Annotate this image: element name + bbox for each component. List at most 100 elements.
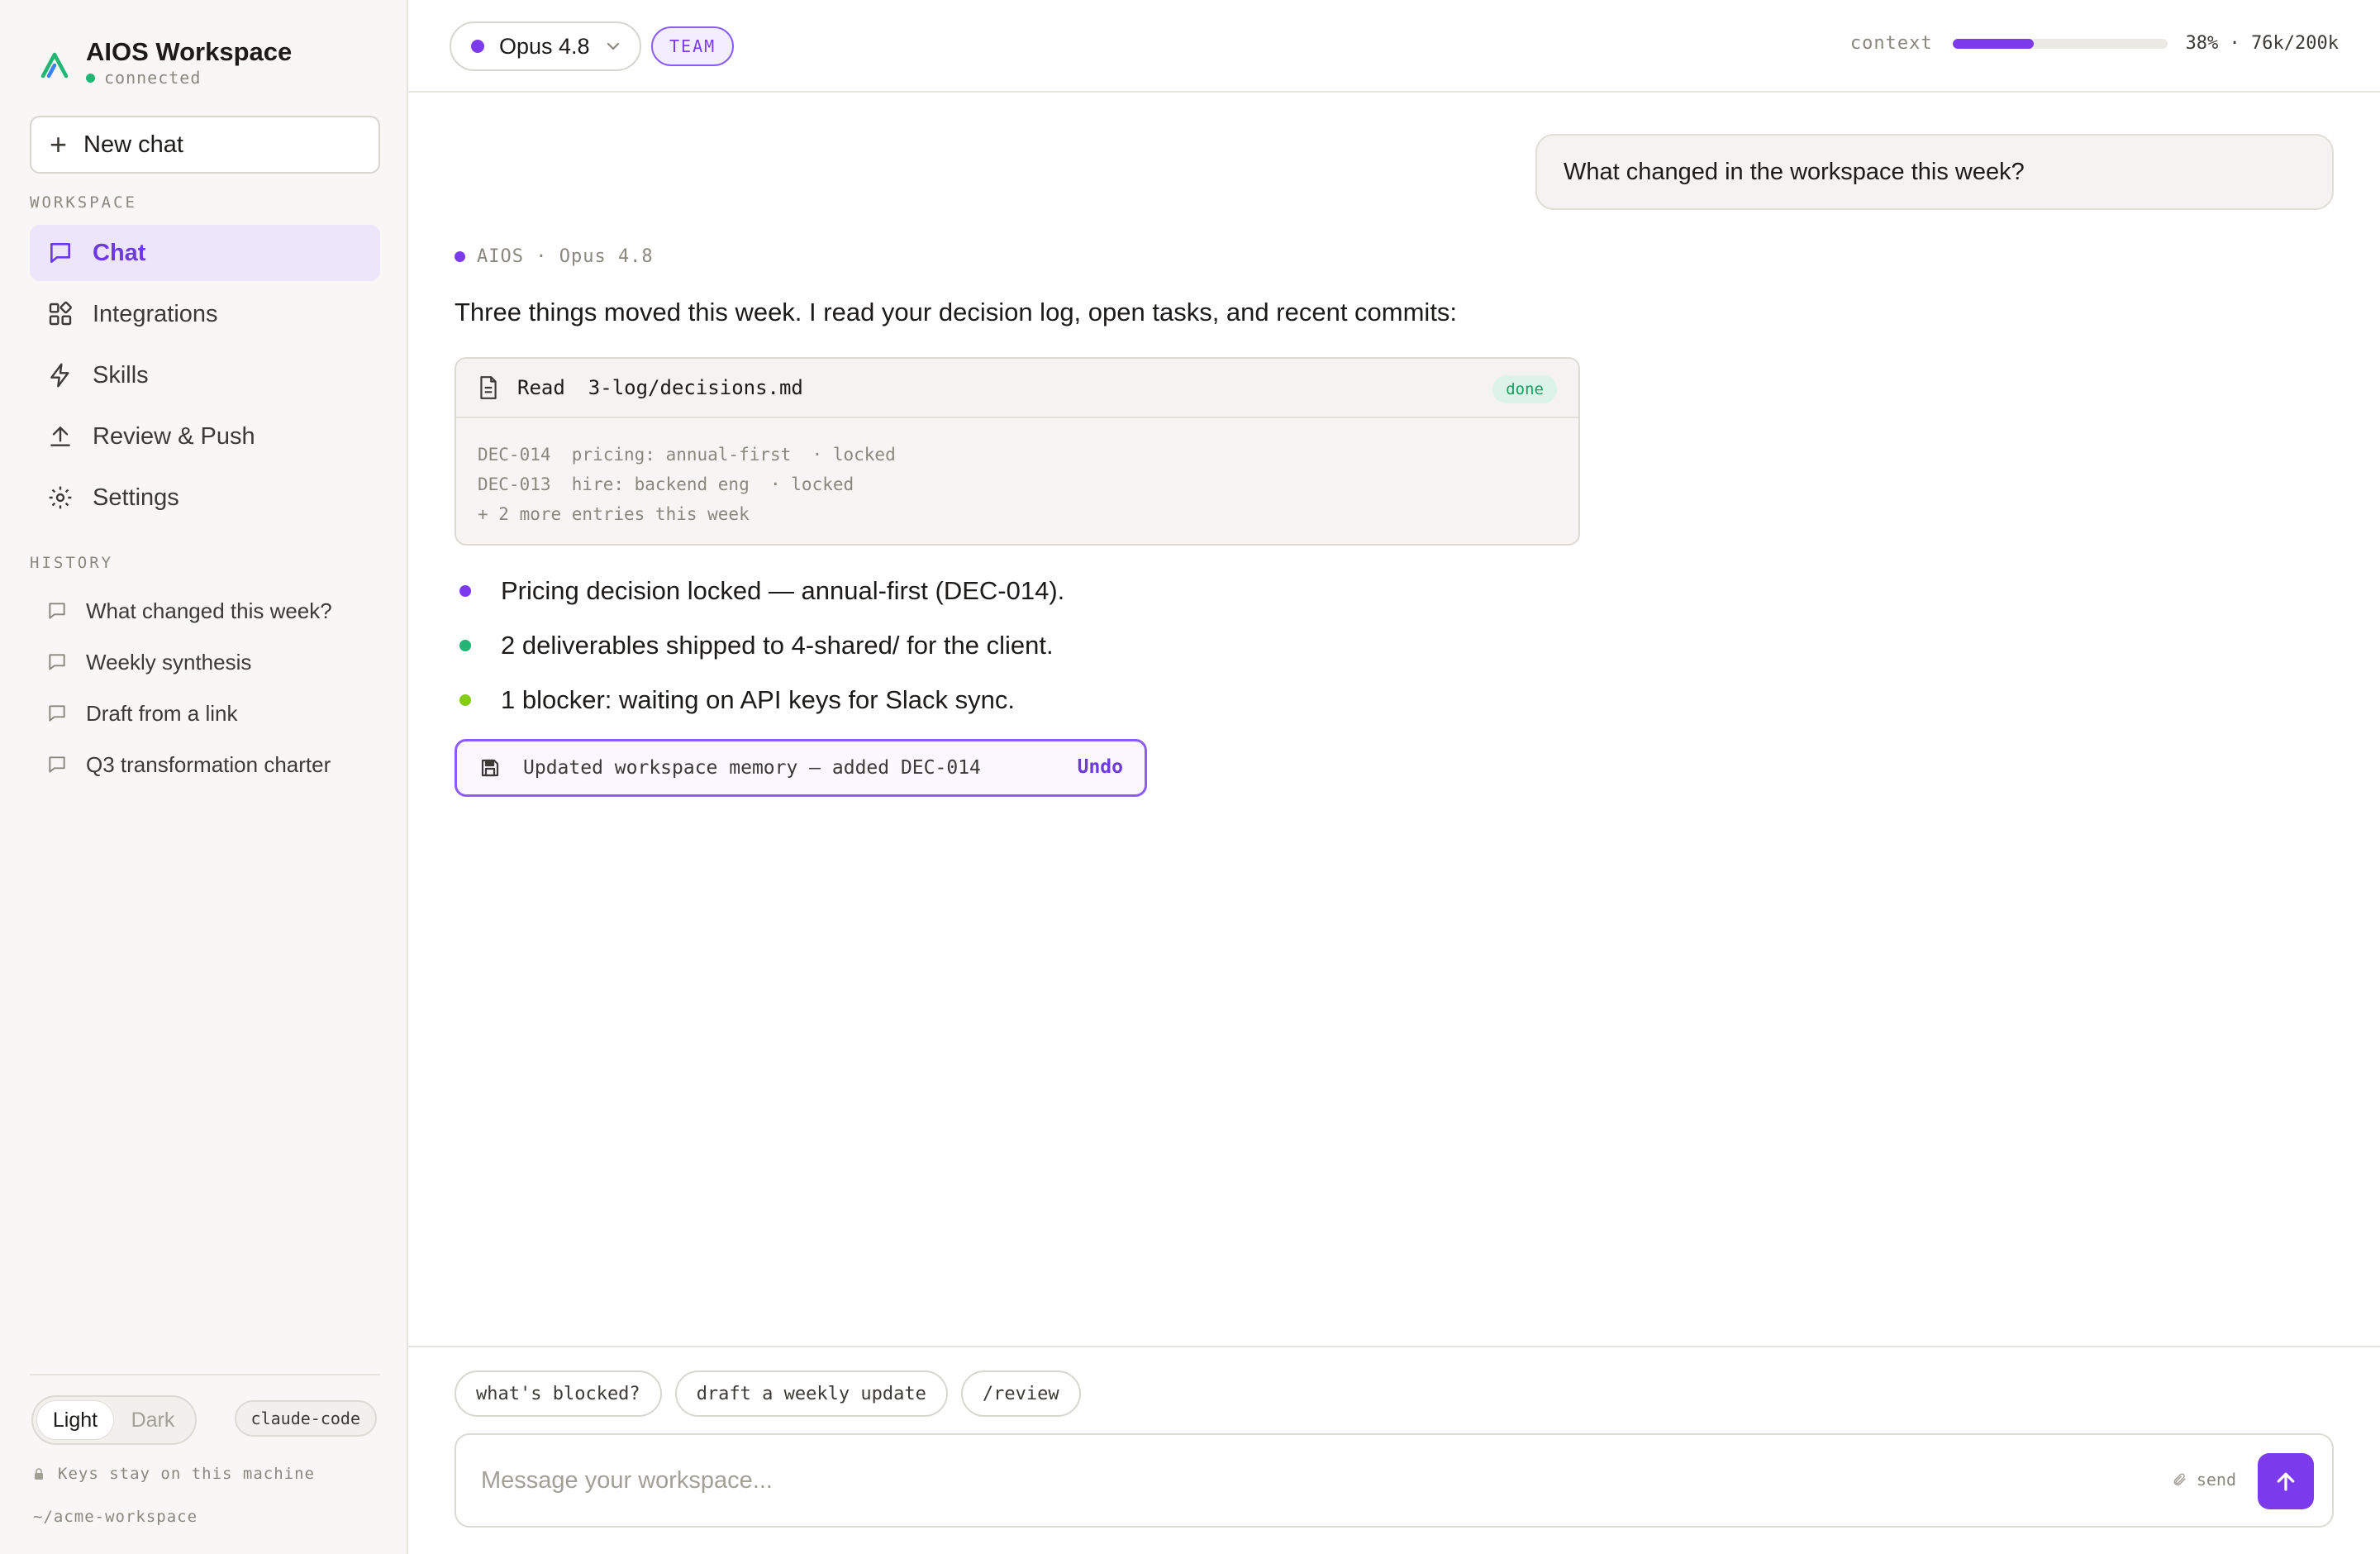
history-item-label: Q3 transformation charter bbox=[86, 751, 331, 777]
theme-dark-option[interactable]: Dark bbox=[114, 1400, 192, 1440]
save-disk-icon bbox=[480, 758, 500, 778]
brand: AIOS Workspace connected bbox=[38, 36, 292, 88]
topbar: Opus 4.8 TEAM context 38% · 76k/200k bbox=[408, 0, 2380, 93]
send-hint-label: send bbox=[2196, 1470, 2236, 1490]
undo-button[interactable]: Undo bbox=[1078, 756, 1123, 778]
bullet-dot-icon bbox=[459, 585, 471, 597]
nav-item-label: Chat bbox=[93, 239, 146, 266]
tool-call-header: Read 3-log/decisions.md done bbox=[456, 359, 1578, 418]
summary-list: Pricing decision locked — annual-first (… bbox=[455, 564, 1064, 727]
history-item-label: Weekly synthesis bbox=[86, 649, 252, 675]
history-item[interactable]: What changed this week? bbox=[30, 585, 380, 636]
memory-update-card: Updated workspace memory — added DEC-014… bbox=[455, 739, 1147, 797]
list-item: Pricing decision locked — annual-first (… bbox=[455, 564, 1064, 618]
aios-logo-icon bbox=[40, 52, 69, 79]
paperclip-icon bbox=[2172, 1472, 2187, 1487]
chat-bubble-icon bbox=[46, 599, 69, 622]
history-item[interactable]: Draft from a link bbox=[30, 688, 380, 739]
sidebar-footer: Light Dark claude-code Keys stay on this… bbox=[30, 1374, 380, 1554]
connection-status-label: connected bbox=[104, 68, 202, 88]
suggestion-chip[interactable]: /review bbox=[960, 1370, 1081, 1417]
tool-file-path: 3-log/decisions.md bbox=[588, 376, 803, 399]
main-panel: Opus 4.8 TEAM context 38% · 76k/200k Wha… bbox=[408, 0, 2380, 1554]
model-dot-icon bbox=[471, 40, 484, 53]
new-chat-label: New chat bbox=[83, 131, 183, 158]
tool-output-line: DEC-013 hire: backend eng · locked bbox=[478, 474, 854, 494]
keys-note-label: Keys stay on this machine bbox=[58, 1465, 315, 1483]
chat-bubble-icon bbox=[46, 702, 69, 725]
bullet-dot-icon bbox=[459, 694, 471, 706]
chat-history: What changed this week? Weekly synthesis… bbox=[30, 585, 380, 790]
assistant-meta-label: AIOS · Opus 4.8 bbox=[477, 246, 654, 267]
status-dot-icon bbox=[86, 73, 95, 83]
upload-arrow-icon bbox=[46, 422, 74, 450]
theme-toggle: Light Dark bbox=[31, 1395, 197, 1445]
assistant-meta: AIOS · Opus 4.8 bbox=[455, 246, 654, 267]
suggestion-chips: what's blocked? draft a weekly update /r… bbox=[455, 1370, 1094, 1417]
tool-verb: Read bbox=[517, 376, 565, 399]
list-item-text: 2 deliverables shipped to 4-shared/ for … bbox=[501, 631, 1054, 660]
model-selector-label: Opus 4.8 bbox=[499, 33, 590, 59]
message-input[interactable] bbox=[481, 1466, 2051, 1494]
chat-bubble-icon bbox=[46, 239, 74, 267]
context-progress-bar bbox=[1952, 38, 2168, 49]
context-progress-fill bbox=[1952, 38, 2035, 49]
plus-icon: + bbox=[50, 127, 68, 161]
workspace-section-label: WORKSPACE bbox=[30, 193, 137, 212]
history-item-label: What changed this week? bbox=[86, 598, 332, 623]
history-item[interactable]: Weekly synthesis bbox=[30, 636, 380, 688]
nav-item-integrations[interactable]: Integrations bbox=[30, 286, 380, 342]
send-button[interactable] bbox=[2258, 1453, 2314, 1509]
nav-item-chat[interactable]: Chat bbox=[30, 225, 380, 281]
history-section-label: HISTORY bbox=[30, 554, 114, 572]
arrow-up-icon bbox=[2277, 1472, 2295, 1491]
assistant-dot-icon bbox=[455, 251, 465, 262]
tool-call-card[interactable]: Read 3-log/decisions.md done DEC-014 pri… bbox=[455, 357, 1580, 546]
suggestion-chip[interactable]: what's blocked? bbox=[455, 1370, 662, 1417]
workspace-nav: Chat Integrations Skills Review & Push S… bbox=[30, 225, 380, 531]
connection-status: connected bbox=[86, 68, 292, 88]
keys-note: Keys stay on this machine bbox=[33, 1465, 315, 1483]
new-chat-button[interactable]: + New chat bbox=[30, 116, 380, 174]
bullet-dot-icon bbox=[459, 640, 471, 651]
gear-icon bbox=[46, 484, 74, 512]
nav-item-label: Settings bbox=[93, 484, 179, 511]
plan-badge: TEAM bbox=[651, 26, 735, 66]
lock-icon bbox=[33, 1467, 45, 1480]
message-composer: send bbox=[455, 1433, 2334, 1528]
integrations-grid-icon bbox=[46, 300, 74, 328]
tool-status-badge: done bbox=[1492, 375, 1557, 403]
nav-item-settings[interactable]: Settings bbox=[30, 470, 380, 526]
history-item[interactable]: Q3 transformation charter bbox=[30, 739, 380, 790]
list-item-text: Pricing decision locked — annual-first (… bbox=[501, 576, 1065, 605]
tool-call-output: DEC-014 pricing: annual-first · locked D… bbox=[456, 418, 1578, 529]
nav-item-label: Review & Push bbox=[93, 422, 255, 450]
nav-item-skills[interactable]: Skills bbox=[30, 347, 380, 403]
nav-item-label: Skills bbox=[93, 361, 149, 388]
theme-light-option[interactable]: Light bbox=[36, 1400, 114, 1440]
suggestion-chip[interactable]: draft a weekly update bbox=[674, 1370, 948, 1417]
nav-item-review-push[interactable]: Review & Push bbox=[30, 408, 380, 465]
tool-output-line: + 2 more entries this week bbox=[478, 504, 750, 524]
lightning-bolt-icon bbox=[46, 361, 74, 389]
sidebar: AIOS Workspace connected + New chat WORK… bbox=[0, 0, 408, 1554]
file-icon bbox=[478, 375, 499, 400]
brand-title: AIOS Workspace bbox=[86, 37, 293, 66]
list-item-text: 1 blocker: waiting on API keys for Slack… bbox=[501, 685, 1015, 714]
chevron-down-icon bbox=[605, 41, 621, 52]
context-value: 38% · 76k/200k bbox=[2185, 33, 2339, 54]
composer-area: what's blocked? draft a weekly update /r… bbox=[408, 1346, 2380, 1554]
list-item: 1 blocker: waiting on API keys for Slack… bbox=[455, 673, 1064, 727]
user-message-bubble: What changed in the workspace this week? bbox=[1535, 134, 2334, 210]
nav-item-label: Integrations bbox=[93, 300, 218, 327]
assistant-intro-text: Three things moved this week. I read you… bbox=[455, 298, 1458, 327]
history-item-label: Draft from a link bbox=[86, 700, 238, 726]
tool-output-line: DEC-014 pricing: annual-first · locked bbox=[478, 445, 896, 465]
memory-update-text: Updated workspace memory — added DEC-014 bbox=[523, 757, 981, 779]
chat-bubble-icon bbox=[46, 651, 69, 674]
send-hint: send bbox=[2172, 1470, 2236, 1490]
environment-badge: claude-code bbox=[234, 1400, 377, 1437]
app-window: AIOS Workspace connected + New chat WORK… bbox=[0, 0, 2380, 1554]
context-meter: context 38% · 76k/200k bbox=[1850, 33, 2339, 54]
model-selector[interactable]: Opus 4.8 bbox=[450, 21, 641, 71]
